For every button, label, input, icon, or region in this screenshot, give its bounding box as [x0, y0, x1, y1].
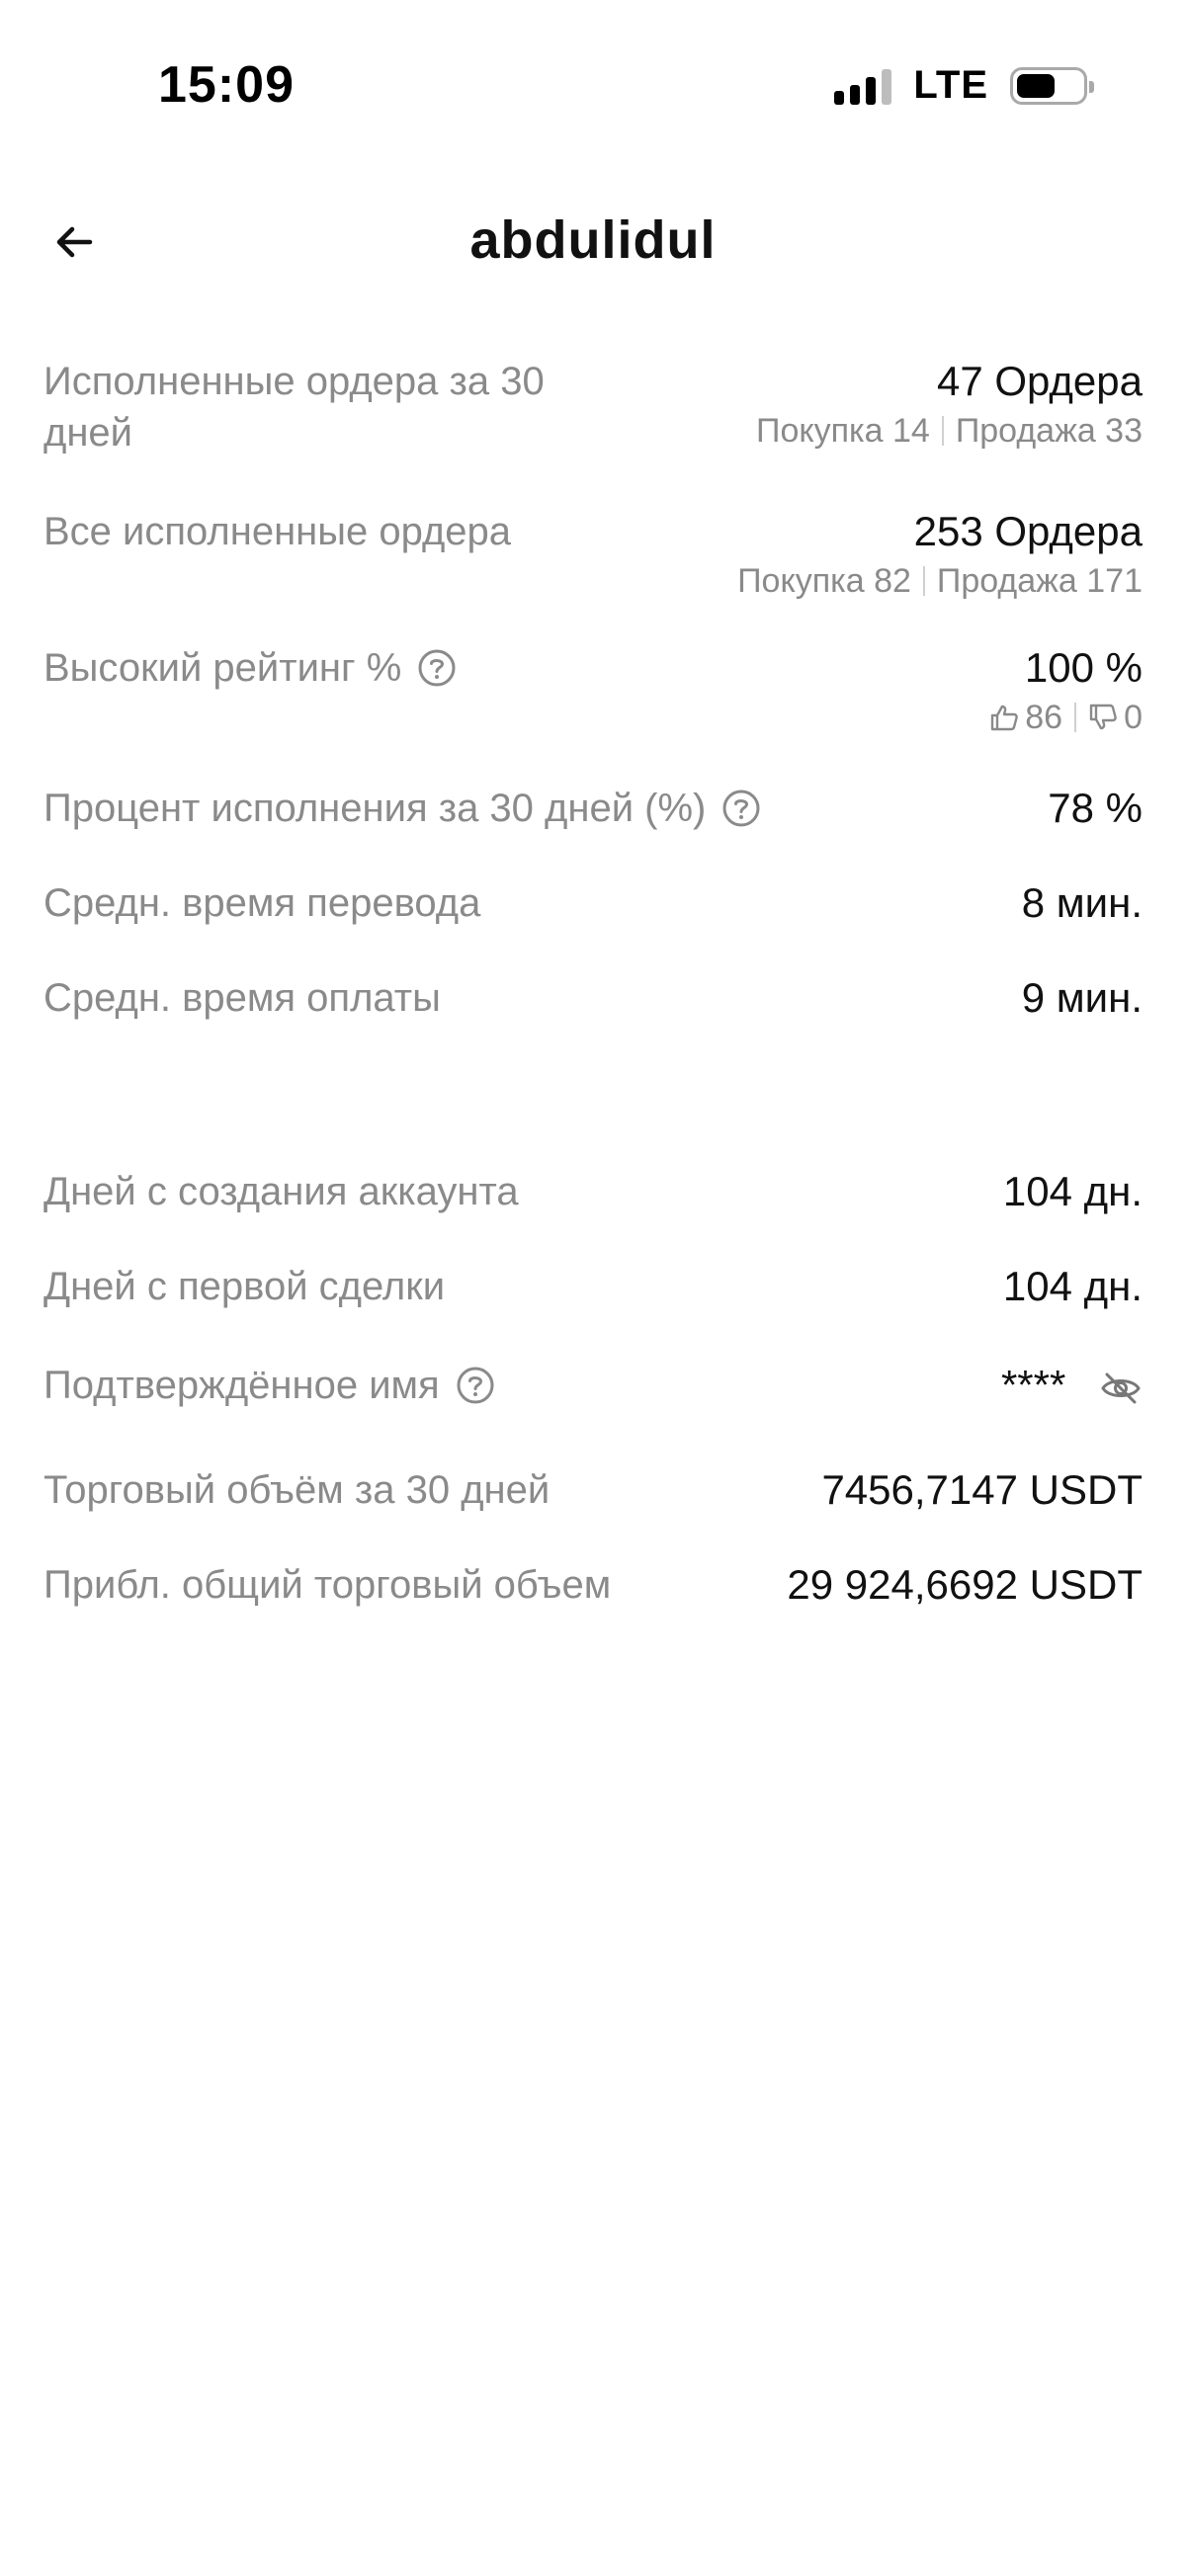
status-bar: 15:09 LTE: [0, 0, 1186, 178]
stat-row-first-trade: Дней с первой сделки 104 дн.: [43, 1261, 1143, 1312]
stat-label: Подтверждённое имя: [43, 1364, 440, 1407]
stat-label-wrap: Высокий рейтинг %: [43, 642, 457, 694]
stat-value-wrap: ****: [1001, 1360, 1143, 1411]
stat-value: 78 %: [1048, 785, 1143, 831]
stat-label: Средн. время перевода: [43, 881, 481, 925]
stat-label-wrap: Процент исполнения за 30 дней (%): [43, 783, 761, 834]
stat-value: 104 дн.: [1002, 1168, 1143, 1214]
sell-count: Продажа 171: [936, 562, 1143, 600]
stat-breakdown: Покупка 14 Продажа 33: [756, 409, 1143, 453]
stat-label: Процент исполнения за 30 дней (%): [43, 787, 707, 830]
stat-row-completed-30d: Исполненные ордера за 30 дней 47 Ордера …: [43, 356, 1143, 458]
stat-label: Дней с первой сделки: [43, 1265, 446, 1308]
thumbs-up-icon: [989, 703, 1019, 732]
help-icon[interactable]: [417, 648, 457, 688]
stat-label: Торговый объём за 30 дней: [43, 1468, 551, 1512]
thumbs-down-icon: [1088, 703, 1118, 732]
eye-off-icon[interactable]: [1099, 1367, 1143, 1410]
stat-row-volume-total: Прибл. общий торговый объем 29 924,6692 …: [43, 1559, 1143, 1611]
divider: [941, 416, 944, 446]
help-icon[interactable]: [456, 1366, 495, 1405]
stat-label: Высокий рейтинг %: [43, 646, 402, 690]
signal-icon: [834, 67, 892, 105]
stat-value: 29 924,6692 USDT: [787, 1561, 1143, 1608]
status-time: 15:09: [158, 56, 295, 114]
stat-row-avg-payment: Средн. время оплаты 9 мин.: [43, 972, 1143, 1024]
stat-value: 104 дн.: [1002, 1263, 1143, 1309]
masked-name: ****: [1000, 1362, 1066, 1408]
likes-count: 86: [1025, 699, 1063, 736]
page-title: abdulidul: [469, 210, 717, 270]
stat-row-rating: Высокий рейтинг % 100 % 86 0: [43, 642, 1143, 739]
stat-row-avg-transfer: Средн. время перевода 8 мин.: [43, 877, 1143, 929]
battery-icon: [1010, 66, 1094, 105]
stat-label: Дней с создания аккаунта: [43, 1170, 519, 1213]
stat-value: 9 мин.: [1021, 974, 1143, 1021]
stat-value: 253 Ордера: [913, 508, 1143, 554]
stat-row-account-age: Дней с создания аккаунта 104 дн.: [43, 1166, 1143, 1217]
stat-row-verified-name: Подтверждённое имя ****: [43, 1360, 1143, 1411]
network-type: LTE: [913, 63, 988, 107]
stat-label: Прибл. общий торговый объем: [43, 1563, 612, 1607]
stat-label-wrap: Подтверждённое имя: [43, 1360, 495, 1411]
stat-label: Все исполненные ордера: [43, 510, 512, 553]
rating-breakdown: 86 0: [989, 696, 1143, 739]
sell-count: Продажа 33: [955, 412, 1143, 450]
stat-value: 7456,7147 USDT: [821, 1466, 1143, 1513]
header: abdulidul: [0, 188, 1186, 296]
merchant-stats: Исполненные ордера за 30 дней 47 Ордера …: [43, 356, 1143, 1611]
buy-count: Покупка 82: [737, 562, 911, 600]
stat-row-volume-30d: Торговый объём за 30 дней 7456,7147 USDT: [43, 1464, 1143, 1516]
stat-breakdown: Покупка 82 Продажа 171: [737, 559, 1143, 603]
stat-label: Средн. время оплаты: [43, 976, 441, 1020]
divider: [922, 566, 925, 596]
status-indicators: LTE: [834, 63, 1094, 108]
dislikes-count: 0: [1124, 699, 1143, 736]
stat-label: Исполненные ордера за 30 дней: [43, 360, 545, 455]
stat-row-completed-all: Все исполненные ордера 253 Ордера Покупк…: [43, 506, 1143, 603]
stat-value: 8 мин.: [1021, 879, 1143, 926]
help-icon[interactable]: [721, 789, 761, 828]
stat-row-completion-rate: Процент исполнения за 30 дней (%) 78 %: [43, 783, 1143, 834]
divider: [1074, 703, 1077, 732]
stat-value: 47 Ордера: [936, 358, 1143, 404]
stat-value: 100 %: [1024, 644, 1143, 691]
buy-count: Покупка 14: [756, 412, 930, 450]
